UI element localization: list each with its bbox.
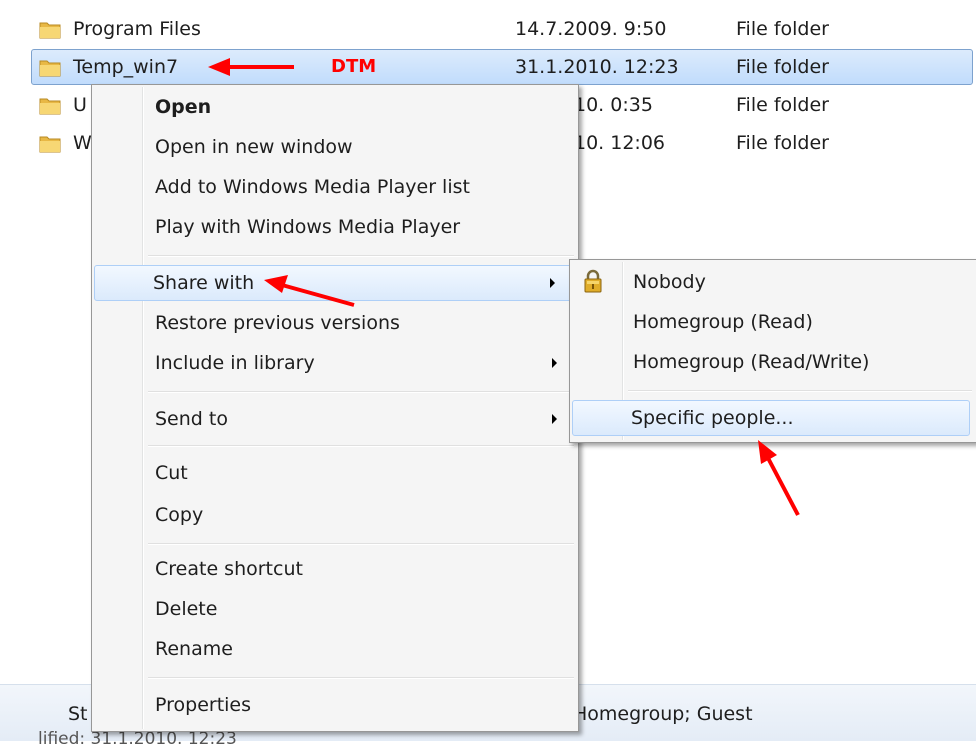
menu-separator bbox=[148, 391, 574, 393]
folder-icon bbox=[39, 60, 61, 77]
submenu-item-label: Homegroup (Read) bbox=[633, 311, 813, 333]
share-with-submenu: Nobody Homegroup (Read) Homegroup (Read/… bbox=[569, 259, 976, 443]
file-name: W bbox=[73, 132, 92, 154]
lock-icon bbox=[584, 269, 602, 293]
submenu-item-homegroup-readwrite[interactable]: Homegroup (Read/Write) bbox=[572, 344, 974, 380]
file-date: 10. 12:06 bbox=[574, 132, 666, 154]
submenu-arrow-icon bbox=[552, 414, 557, 424]
file-row-temp-win7[interactable]: Temp_win7 31.1.2010. 12:23 File folder bbox=[0, 48, 976, 86]
menu-item-label: Properties bbox=[155, 694, 252, 716]
menu-item-properties[interactable]: Properties bbox=[94, 687, 576, 723]
menu-item-label: Open in new window bbox=[155, 136, 353, 158]
menu-item-label: Include in library bbox=[155, 352, 315, 374]
menu-separator bbox=[148, 677, 574, 679]
menu-separator bbox=[148, 543, 574, 545]
status-shared-with: Homegroup; Guest bbox=[573, 703, 753, 725]
menu-item-share-with[interactable]: Share with bbox=[94, 265, 572, 301]
menu-item-label: Play with Windows Media Player bbox=[155, 216, 461, 238]
menu-item-create-shortcut[interactable]: Create shortcut bbox=[94, 551, 576, 587]
file-type: File folder bbox=[736, 56, 829, 78]
file-name: Temp_win7 bbox=[73, 56, 179, 78]
menu-item-label: Share with bbox=[153, 272, 255, 294]
menu-item-cut[interactable]: Cut bbox=[94, 455, 576, 491]
annotation-label-dtm: DTM bbox=[331, 56, 377, 77]
menu-separator bbox=[148, 255, 574, 257]
file-date: 10. 0:35 bbox=[574, 94, 653, 116]
status-modified: lified: 31.1.2010. 12:23 bbox=[38, 729, 237, 749]
file-name: Program Files bbox=[73, 18, 201, 40]
folder-icon bbox=[39, 98, 61, 115]
submenu-arrow-icon bbox=[550, 278, 555, 288]
menu-item-label: Add to Windows Media Player list bbox=[155, 176, 470, 198]
menu-item-rename[interactable]: Rename bbox=[94, 631, 576, 667]
file-name: U bbox=[73, 94, 87, 116]
menu-item-label: Cut bbox=[155, 462, 188, 484]
file-row-program-files[interactable]: Program Files 14.7.2009. 9:50 File folde… bbox=[0, 10, 976, 48]
file-type: File folder bbox=[736, 18, 829, 40]
menu-item-play-wmp[interactable]: Play with Windows Media Player bbox=[94, 209, 576, 245]
menu-item-label: Send to bbox=[155, 408, 228, 430]
menu-item-label: Create shortcut bbox=[155, 558, 303, 580]
menu-item-open[interactable]: Open bbox=[94, 89, 576, 125]
menu-item-include-library[interactable]: Include in library bbox=[94, 345, 576, 381]
menu-item-copy[interactable]: Copy bbox=[94, 497, 576, 533]
annotation-arrow-specific-people bbox=[758, 440, 800, 516]
menu-item-open-new-window[interactable]: Open in new window bbox=[94, 129, 576, 165]
submenu-item-specific-people[interactable]: Specific people... bbox=[572, 400, 970, 436]
menu-separator bbox=[628, 390, 972, 392]
menu-item-add-wmp-list[interactable]: Add to Windows Media Player list bbox=[94, 169, 576, 205]
folder-icon bbox=[39, 136, 61, 153]
menu-item-send-to[interactable]: Send to bbox=[94, 401, 576, 437]
menu-item-label: Restore previous versions bbox=[155, 312, 400, 334]
submenu-item-homegroup-read[interactable]: Homegroup (Read) bbox=[572, 304, 974, 340]
status-text-left: St bbox=[68, 703, 88, 725]
submenu-item-label: Specific people... bbox=[631, 407, 794, 429]
menu-item-restore-previous[interactable]: Restore previous versions bbox=[94, 305, 576, 341]
file-date: 31.1.2010. 12:23 bbox=[515, 56, 679, 78]
submenu-item-nobody[interactable]: Nobody bbox=[572, 264, 974, 300]
context-menu: Open Open in new window Add to Windows M… bbox=[91, 84, 579, 732]
menu-item-label: Open bbox=[155, 96, 212, 118]
file-type: File folder bbox=[736, 132, 829, 154]
file-date: 14.7.2009. 9:50 bbox=[515, 18, 667, 40]
menu-item-delete[interactable]: Delete bbox=[94, 591, 576, 627]
folder-icon bbox=[39, 22, 61, 39]
menu-item-label: Copy bbox=[155, 504, 204, 526]
submenu-item-label: Nobody bbox=[633, 271, 706, 293]
file-type: File folder bbox=[736, 94, 829, 116]
menu-separator bbox=[148, 445, 574, 447]
menu-item-label: Rename bbox=[155, 638, 233, 660]
menu-item-label: Delete bbox=[155, 598, 218, 620]
submenu-item-label: Homegroup (Read/Write) bbox=[633, 351, 870, 373]
submenu-arrow-icon bbox=[552, 358, 557, 368]
